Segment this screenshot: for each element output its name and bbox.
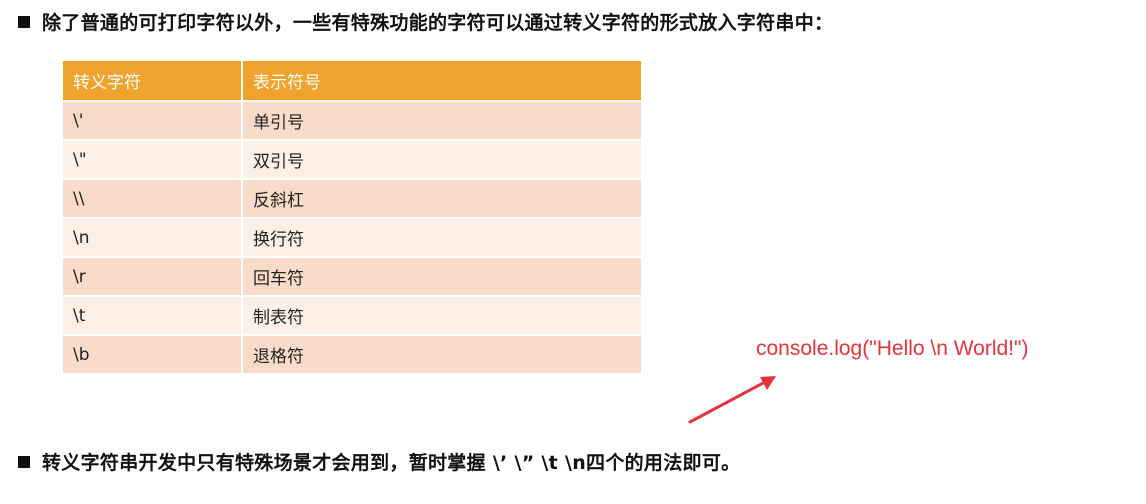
escape-char-cell: \b bbox=[63, 334, 243, 373]
escape-char-cell: \r bbox=[63, 256, 243, 296]
escape-char-cell: \" bbox=[63, 139, 243, 179]
meaning-cell: 反斜杠 bbox=[242, 178, 641, 218]
code-annotation: console.log("Hello \n World!") bbox=[756, 337, 1029, 360]
square-bullet-icon bbox=[18, 15, 30, 28]
intro-text: 除了普通的可打印字符以外，一些有特殊功能的字符可以通过转义字符的形式放入字符串中… bbox=[42, 12, 834, 34]
table-row: \t 制表符 bbox=[63, 295, 641, 335]
table-row: \n 换行符 bbox=[63, 217, 641, 257]
escape-char-cell: \t bbox=[63, 295, 243, 335]
meaning-cell: 回车符 bbox=[242, 256, 641, 296]
red-arrow-icon bbox=[688, 376, 776, 424]
summary-text: 转义字符串开发中只有特殊场景才会用到，暂时掌握 \’ \” \t \n四个的用法… bbox=[42, 452, 741, 474]
meaning-cell: 单引号 bbox=[242, 100, 641, 140]
table-row: \\ 反斜杠 bbox=[63, 178, 641, 218]
table-header-meaning: 表示符号 bbox=[242, 61, 641, 101]
summary-line: 转义字符串开发中只有特殊场景才会用到，暂时掌握 \’ \” \t \n四个的用法… bbox=[18, 448, 740, 475]
escape-char-cell: \' bbox=[63, 100, 243, 140]
meaning-cell: 双引号 bbox=[242, 139, 641, 179]
table-row: \r 回车符 bbox=[63, 256, 641, 296]
meaning-cell: 换行符 bbox=[242, 217, 641, 257]
intro-line: 除了普通的可打印字符以外，一些有特殊功能的字符可以通过转义字符的形式放入字符串中… bbox=[18, 8, 833, 35]
escape-char-cell: \\ bbox=[63, 178, 243, 218]
table-row: \' 单引号 bbox=[63, 100, 641, 140]
escape-char-table: 转义字符 表示符号 \' 单引号 \" 双引号 \\ 反斜杠 \n 换行符 \r… bbox=[63, 61, 641, 373]
table-header-escape: 转义字符 bbox=[63, 61, 243, 101]
table-row: \" 双引号 bbox=[63, 139, 641, 179]
table-header-row: 转义字符 表示符号 bbox=[63, 61, 641, 101]
meaning-cell: 退格符 bbox=[242, 334, 641, 373]
square-bullet-icon bbox=[18, 455, 30, 468]
escape-char-cell: \n bbox=[63, 217, 243, 257]
table-row: \b 退格符 bbox=[63, 334, 641, 373]
meaning-cell: 制表符 bbox=[242, 295, 641, 335]
